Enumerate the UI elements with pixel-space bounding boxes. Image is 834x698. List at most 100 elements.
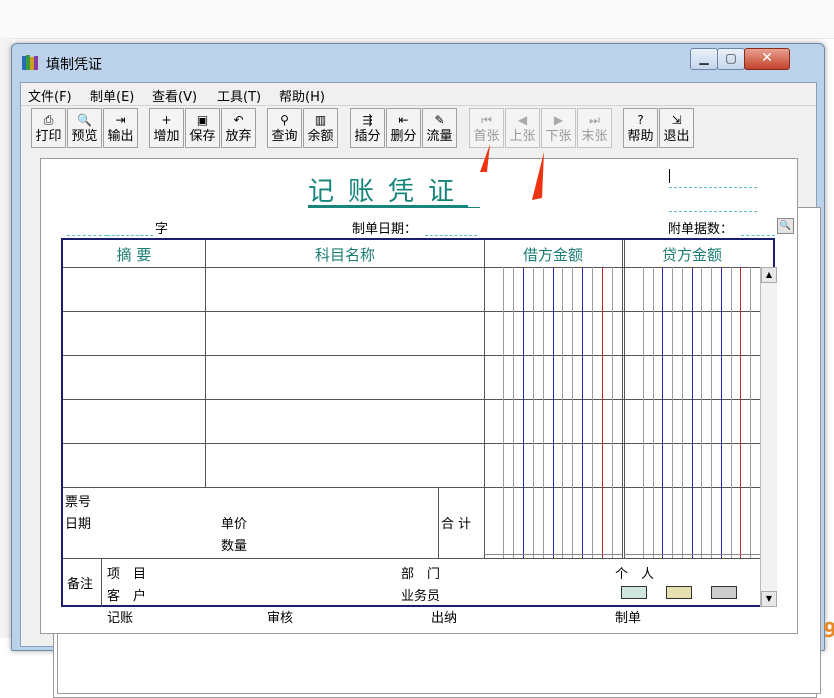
toolbar-button-delete-row[interactable]: ⇤ 删分 (386, 108, 421, 148)
col-account-header: 科目名称 (314, 246, 375, 264)
toolbar-button-binoculars[interactable]: ⚲ 查询 (267, 108, 302, 148)
toolbar-button-label: 流量 (426, 129, 453, 144)
bill-no-label: 票号 (65, 495, 92, 510)
first-record-icon: ⏮ (481, 113, 492, 127)
cashflow-icon: ✎ (434, 113, 445, 127)
row-rule (63, 487, 760, 488)
project-label: 项 目 (107, 567, 147, 582)
menu-view[interactable]: 查看(V) (152, 86, 197, 105)
toolbar-button-label: 输出 (107, 129, 134, 144)
text-cursor (669, 169, 670, 183)
printer-icon: ⎙ (43, 113, 54, 127)
toolbar-button-label: 退出 (663, 129, 690, 144)
debit-total-base (484, 554, 622, 555)
voucher-type-field[interactable] (67, 235, 107, 236)
toolbar: ⎙ 打印 🔍 预览 ⇥ 输出 + 增加 ▣ 保存 ↶ 放弃 ⚲ 查询 ▥ 余额 ⇶ 插分 ⇤ 删分 ✎ 流量 ⏮ 首张 ◀ 上张 ▶… (21, 106, 816, 152)
date-label: 制单日期： (352, 222, 418, 237)
binoculars-icon: ⚲ (280, 113, 289, 127)
minimize-button[interactable]: ▁ (690, 48, 718, 70)
voucher-date-field[interactable] (425, 235, 477, 236)
toolbar-button-label: 查询 (271, 129, 298, 144)
col-credit-header: 贷方金额 (661, 246, 722, 264)
menu-file[interactable]: 文件(F) (28, 86, 72, 105)
toolbar-button-label: 放弃 (225, 129, 252, 144)
maximize-button[interactable]: ▢ (717, 48, 745, 70)
preparer-label: 制单 (615, 611, 642, 626)
col-divider (101, 558, 102, 607)
salesman-label: 业务员 (401, 589, 441, 604)
save-icon: ▣ (196, 113, 209, 127)
menu-bar: 文件(F) 制单(E) 查看(V) 工具(T) 帮助(H) (21, 83, 816, 106)
prev-record-icon: ◀ (517, 113, 528, 127)
toolbar-button-last-record[interactable]: ⏭ 末张 (577, 108, 612, 148)
bookkeeper-label: 记账 (107, 611, 134, 626)
export-icon: ⇥ (115, 113, 126, 127)
unit-price-label: 单价 (221, 517, 248, 532)
cashier-label: 出纳 (431, 611, 458, 626)
last-record-icon: ⏭ (589, 113, 600, 127)
title-bar[interactable]: 填制凭证 ▁ ▢ ✕ (12, 44, 824, 80)
department-label: 部 门 (401, 567, 441, 582)
toolbar-button-save[interactable]: ▣ 保存 (185, 108, 220, 148)
total-label: 合 计 (441, 517, 472, 532)
credit-total-base (624, 554, 760, 555)
close-button[interactable]: ✕ (744, 48, 790, 70)
menu-tools[interactable]: 工具(T) (217, 86, 261, 105)
scroll-up-icon[interactable]: ▲ (761, 267, 777, 283)
insert-row-icon: ⇶ (362, 113, 373, 127)
col-divider (438, 487, 439, 558)
preview-icon: 🔍 (77, 113, 92, 127)
zi-label: 字 (155, 222, 169, 237)
toolbar-button-balance-chart[interactable]: ▥ 余额 (303, 108, 338, 148)
add-icon: + (161, 113, 172, 127)
entry-rows[interactable] (63, 267, 760, 487)
card-icon[interactable] (621, 586, 647, 599)
attachments-label: 附单据数： (668, 222, 734, 237)
toolbar-button-exit[interactable]: ⇲ 退出 (659, 108, 694, 148)
toolbar-button-label: 预览 (71, 129, 98, 144)
app-books-icon (22, 55, 38, 70)
menu-help[interactable]: 帮助(H) (279, 86, 325, 105)
search-icon[interactable]: 🔍 (777, 218, 794, 234)
toolbar-button-label: 余额 (307, 129, 334, 144)
toolbar-button-label: 删分 (390, 129, 417, 144)
voucher-entry-grid: 摘 要 科目名称 借方金额 贷方金额 票号 日期 单价 数量 合 计 备注 项 … (61, 238, 777, 607)
vertical-scrollbar[interactable]: ▲ ▼ (760, 267, 777, 607)
edge-fragment: 9 (823, 618, 834, 642)
annotation-arrow-first (480, 144, 490, 172)
voucher-no-field[interactable] (107, 235, 153, 236)
customer-label: 客 户 (107, 589, 147, 604)
toolbar-button-add[interactable]: + 增加 (149, 108, 184, 148)
help-icon: ? (637, 113, 644, 127)
voucher-number-field[interactable] (669, 187, 757, 188)
toolbar-button-label: 保存 (189, 129, 216, 144)
scroll-down-icon[interactable]: ▼ (761, 591, 777, 607)
menu-voucher[interactable]: 制单(E) (90, 86, 134, 105)
desktop-background (0, 0, 834, 39)
toolbar-button-label: 增加 (153, 129, 180, 144)
voucher-number-field-2[interactable] (669, 211, 757, 212)
auditor-label: 审核 (267, 611, 294, 626)
attachments-field[interactable] (741, 235, 775, 236)
col-summary-header: 摘 要 (116, 246, 152, 264)
total-row-rule (63, 558, 760, 559)
voucher-title-double-underline (308, 207, 480, 208)
undo-icon: ↶ (233, 113, 244, 127)
toolbar-button-undo[interactable]: ↶ 放弃 (221, 108, 256, 148)
id-card-icon[interactable] (666, 586, 692, 599)
toolbar-button-insert-row[interactable]: ⇶ 插分 (350, 108, 385, 148)
date-row-label: 日期 (65, 517, 92, 532)
balance-chart-icon: ▥ (314, 113, 327, 127)
annotation-arrow-next (532, 152, 544, 200)
toolbar-button-export[interactable]: ⇥ 输出 (103, 108, 138, 148)
toolbar-button-printer[interactable]: ⎙ 打印 (31, 108, 66, 148)
person-label: 个 人 (615, 567, 655, 582)
quantity-label: 数量 (221, 539, 248, 554)
remark-label: 备注 (67, 577, 94, 592)
toolbar-button-label: 末张 (581, 129, 608, 144)
voucher-sheet: 记账凭证 字 制单日期： 附单据数： 🔍 摘 要 科目名称 借方金额 贷方金额 … (40, 158, 798, 634)
tool-icon[interactable] (711, 586, 737, 599)
toolbar-button-cashflow[interactable]: ✎ 流量 (422, 108, 457, 148)
toolbar-button-preview[interactable]: 🔍 预览 (67, 108, 102, 148)
toolbar-button-help[interactable]: ? 帮助 (623, 108, 658, 148)
